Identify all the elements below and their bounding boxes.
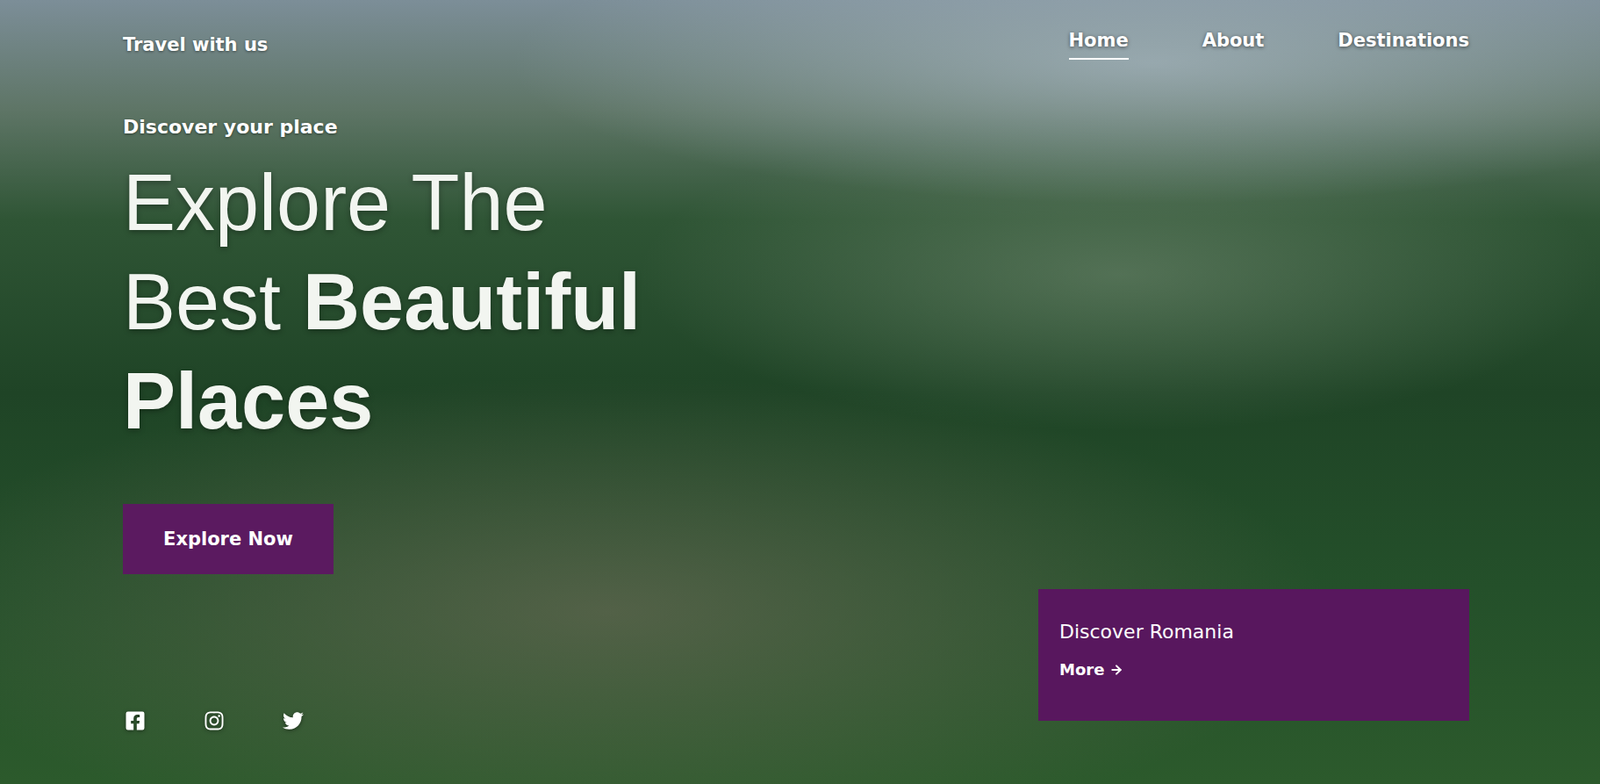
tagline: Discover your place — [122, 115, 641, 138]
card-title: Discover Romania — [1059, 620, 1449, 643]
nav: Home About Destinations — [1069, 29, 1471, 60]
hero-text: Discover your placeExplore TheBest Beaut… — [122, 63, 641, 732]
destination-card: Discover Romania More — [1038, 588, 1470, 721]
arrow-right-icon — [1109, 662, 1124, 677]
social-links — [122, 710, 641, 732]
hero-heading: Explore TheBest BeautifulPlaces — [122, 153, 641, 452]
heading-part: Explore The — [122, 158, 548, 247]
nav-link[interactable]: About — [1202, 29, 1265, 60]
heading-line: Best Beautiful — [122, 252, 641, 352]
brand[interactable]: Travel with us — [122, 34, 268, 56]
hero: Travel with us Home About Destinations Disco… — [0, 0, 1600, 784]
facebook-link[interactable] — [124, 710, 146, 732]
explore-button[interactable]: Explore Now — [122, 503, 334, 574]
heading-part: Beautiful — [302, 258, 641, 346]
heading-line: Places — [122, 351, 641, 452]
heading-part: Places — [122, 357, 374, 445]
twitter-link[interactable] — [282, 710, 304, 732]
more-link[interactable]: More — [1059, 660, 1124, 679]
header: Travel with us Home About Destinations — [122, 26, 1470, 64]
nav-link[interactable]: Destinations — [1337, 29, 1470, 60]
heading-part: Best — [122, 258, 281, 346]
instagram-link[interactable] — [203, 710, 225, 732]
nav-link[interactable]: Home — [1069, 29, 1129, 60]
hero-content: Discover your placeExplore TheBest Beaut… — [122, 63, 1470, 721]
heading-line: Explore The — [122, 153, 641, 253]
